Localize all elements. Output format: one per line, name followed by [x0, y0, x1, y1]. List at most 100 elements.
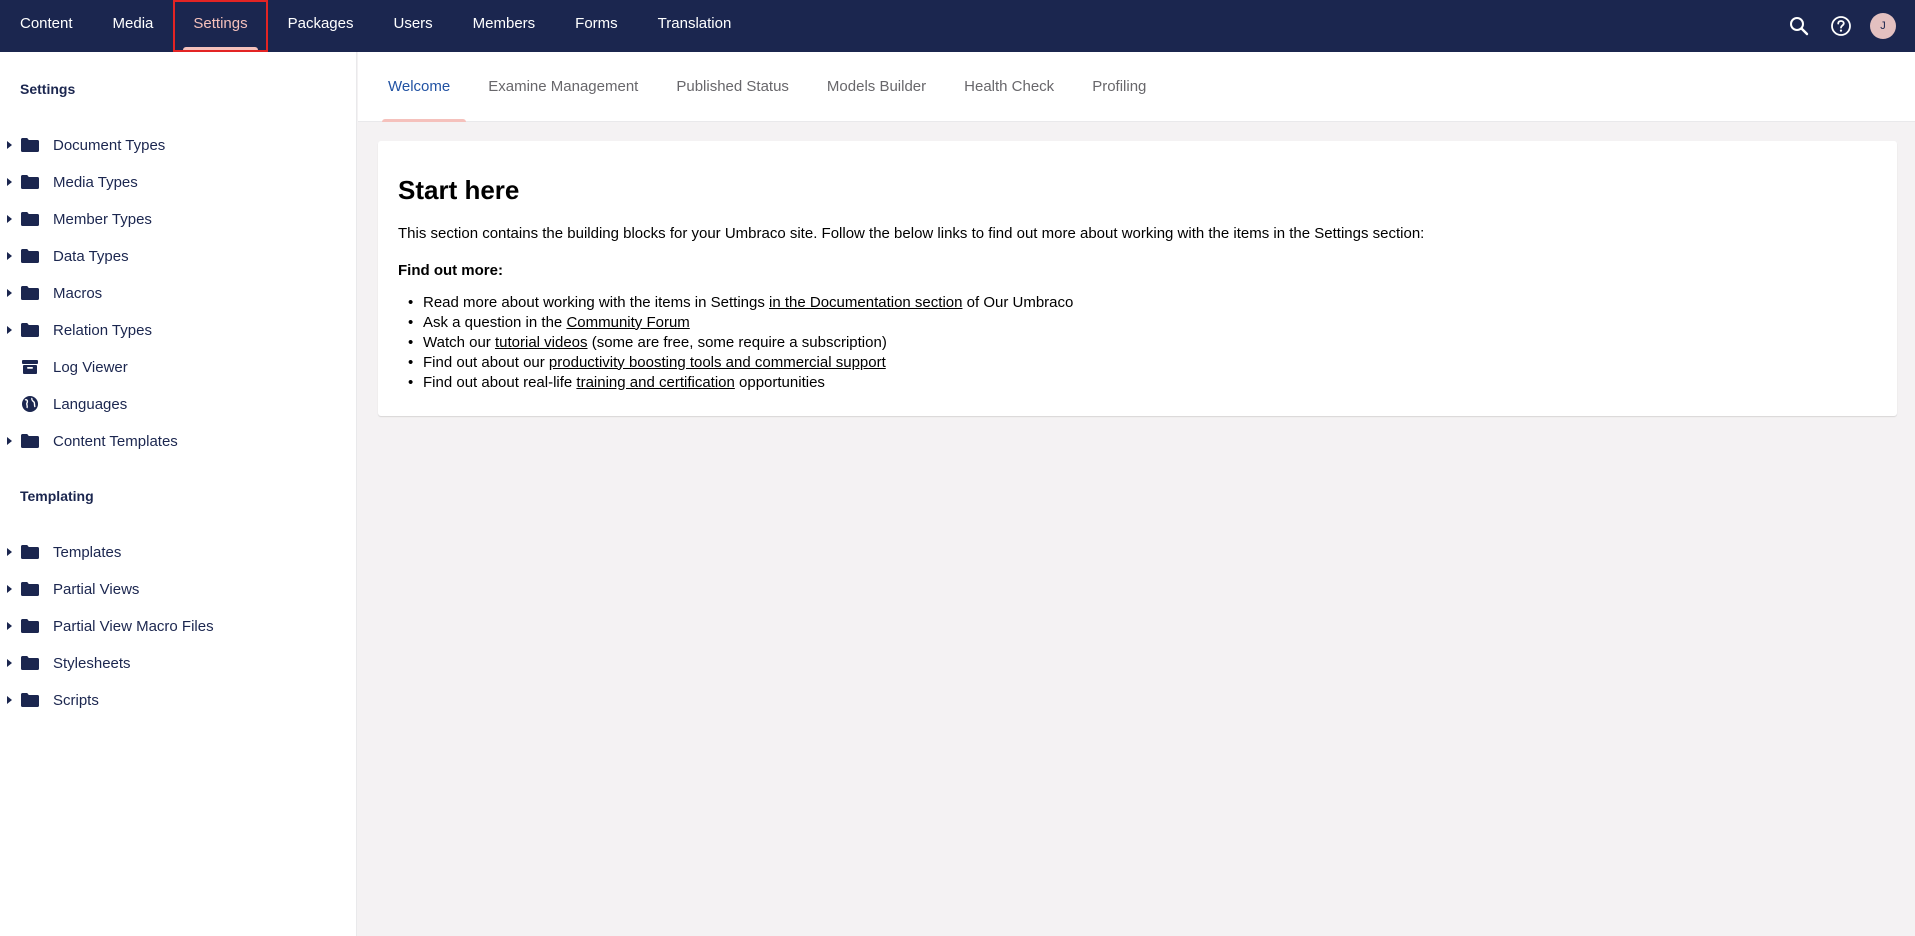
welcome-card: Start here This section contains the bui… — [378, 141, 1897, 416]
globe-icon — [21, 396, 39, 412]
expand-caret-icon[interactable] — [7, 178, 12, 186]
tree-item-label: Partial View Macro Files — [53, 617, 214, 635]
folder-icon — [21, 174, 39, 190]
tree-item-label: Languages — [53, 395, 128, 413]
folder-icon — [21, 618, 39, 634]
tree-item-templates[interactable]: Templates — [0, 537, 357, 567]
intro-text: This section contains the building block… — [398, 225, 1425, 242]
expand-caret-icon[interactable] — [7, 437, 12, 445]
expand-caret-icon[interactable] — [7, 548, 12, 556]
tree-item-label: Relation Types — [53, 321, 152, 339]
list-item-text: Find out about our — [423, 353, 549, 371]
tree-item-label: Data Types — [53, 247, 129, 265]
dashboard-tabs: Welcome Examine Management Published Sta… — [358, 52, 1915, 122]
expand-caret-icon[interactable] — [7, 289, 12, 297]
section-nav: Content Media Settings Packages Users Me… — [0, 0, 751, 52]
tree-item-label: Templates — [53, 543, 122, 561]
tab-examine-management[interactable]: Examine Management — [482, 52, 654, 122]
section-media[interactable]: Media — [93, 0, 174, 52]
list-item-text: (some are free, some require a subscript… — [587, 333, 887, 351]
list-item-text: Ask a question in the — [423, 313, 567, 331]
tree-item-log-viewer[interactable]: Log Viewer — [0, 352, 357, 382]
folder-icon — [21, 211, 39, 227]
sidebar: Settings Document Types Media Types Memb… — [0, 52, 357, 936]
expand-caret-icon[interactable] — [7, 141, 12, 149]
sidebar-title-settings: Settings — [20, 81, 76, 97]
section-forms[interactable]: Forms — [555, 0, 638, 52]
section-content[interactable]: Content — [0, 0, 93, 52]
tree-item-label: Media Types — [53, 173, 138, 191]
page-heading: Start here — [398, 175, 520, 205]
expand-caret-icon[interactable] — [7, 696, 12, 704]
list-item-text: of Our Umbraco — [962, 293, 1074, 311]
user-avatar[interactable]: J — [1869, 12, 1897, 40]
tab-welcome[interactable]: Welcome — [382, 52, 467, 122]
section-translation[interactable]: Translation — [638, 0, 752, 52]
folder-icon — [21, 322, 39, 338]
list-item-text: Watch our — [423, 333, 495, 351]
folder-icon — [21, 655, 39, 671]
section-users[interactable]: Users — [373, 0, 452, 52]
tree-item-label: Stylesheets — [53, 654, 131, 672]
section-members[interactable]: Members — [453, 0, 556, 52]
tree-item-label: Member Types — [53, 210, 152, 228]
list-item: Ask a question in the Community Forum — [408, 313, 1877, 333]
tree-item-stylesheets[interactable]: Stylesheets — [0, 648, 357, 678]
list-item-text: opportunities — [734, 373, 825, 391]
avatar-initial: J — [1870, 13, 1896, 39]
tree-item-data-types[interactable]: Data Types — [0, 241, 357, 271]
tree-item-label: Content Templates — [53, 432, 178, 450]
tutorial-videos-link[interactable]: tutorial videos — [495, 334, 588, 351]
folder-icon — [21, 248, 39, 264]
tree-item-label: Macros — [53, 284, 103, 302]
section-packages[interactable]: Packages — [268, 0, 374, 52]
expand-caret-icon[interactable] — [7, 659, 12, 667]
tree-item-partial-views[interactable]: Partial Views — [0, 574, 357, 604]
folder-icon — [21, 581, 39, 597]
search-icon[interactable] — [1785, 12, 1813, 40]
tree-item-media-types[interactable]: Media Types — [0, 167, 357, 197]
list-item-text: Find out about real-life — [423, 373, 577, 391]
archive-icon — [21, 359, 39, 375]
list-item: Find out about our productivity boosting… — [408, 353, 1877, 373]
training-certification-link[interactable]: training and certification — [576, 374, 734, 391]
folder-icon — [21, 137, 39, 153]
list-item: Watch our tutorial videos (some are free… — [408, 333, 1877, 353]
list-item: Read more about working with the items i… — [408, 293, 1877, 313]
section-settings[interactable]: Settings — [173, 0, 268, 52]
help-icon[interactable] — [1827, 12, 1855, 40]
list-item: Find out about real-life training and ce… — [408, 373, 1877, 393]
tree-item-label: Partial Views — [53, 580, 140, 598]
expand-caret-icon[interactable] — [7, 252, 12, 260]
expand-caret-icon[interactable] — [7, 585, 12, 593]
tab-models-builder[interactable]: Models Builder — [821, 52, 942, 122]
tree-item-member-types[interactable]: Member Types — [0, 204, 357, 234]
find-out-more-label: Find out more: — [398, 261, 503, 279]
tree-item-partial-view-macro-files[interactable]: Partial View Macro Files — [0, 611, 357, 641]
tree-item-scripts[interactable]: Scripts — [0, 685, 357, 715]
folder-icon — [21, 285, 39, 301]
expand-caret-icon[interactable] — [7, 215, 12, 223]
top-actions: J — [1785, 0, 1915, 52]
folder-icon — [21, 692, 39, 708]
tree-item-label: Document Types — [53, 136, 166, 154]
tree-item-document-types[interactable]: Document Types — [0, 130, 357, 160]
tree-item-label: Scripts — [53, 691, 99, 709]
tree-item-content-templates[interactable]: Content Templates — [0, 426, 357, 456]
tab-health-check[interactable]: Health Check — [958, 52, 1070, 122]
community-forum-link[interactable]: Community Forum — [566, 314, 689, 331]
tree-item-macros[interactable]: Macros — [0, 278, 357, 308]
documentation-link[interactable]: in the Documentation section — [769, 294, 962, 311]
productivity-tools-link[interactable]: productivity boosting tools and commerci… — [549, 354, 886, 371]
sidebar-title-templating: Templating — [20, 488, 94, 504]
expand-caret-icon[interactable] — [7, 622, 12, 630]
top-bar: Content Media Settings Packages Users Me… — [0, 0, 1915, 52]
expand-caret-icon[interactable] — [7, 326, 12, 334]
tree-item-label: Log Viewer — [53, 358, 128, 376]
tab-profiling[interactable]: Profiling — [1086, 52, 1162, 122]
tree-item-relation-types[interactable]: Relation Types — [0, 315, 357, 345]
tree-item-languages[interactable]: Languages — [0, 389, 357, 419]
list-item-text: Read more about working with the items i… — [423, 293, 770, 311]
folder-icon — [21, 544, 39, 560]
tab-published-status[interactable]: Published Status — [670, 52, 805, 122]
